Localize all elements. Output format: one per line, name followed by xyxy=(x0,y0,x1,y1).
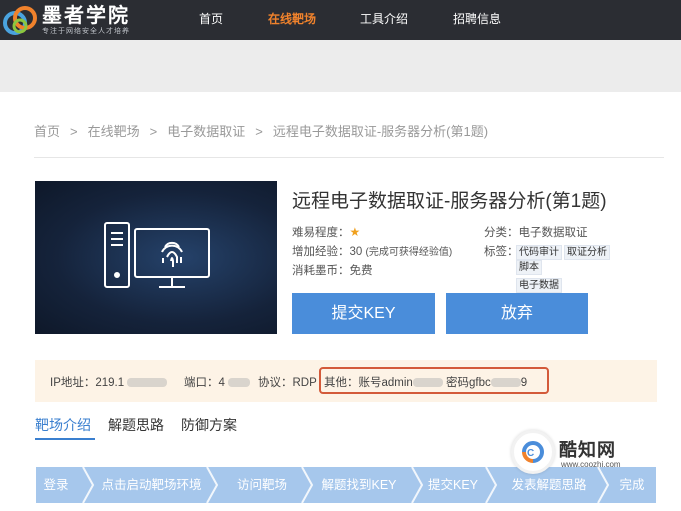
highlight-annotation-box xyxy=(319,367,549,394)
tags-row: 标签： xyxy=(484,243,519,259)
exp-row: 增加经验：30 (完成可获得经验值) xyxy=(292,243,452,259)
step-start-env: 点击启动靶场环境 xyxy=(101,478,202,492)
logo[interactable]: 墨者学院 专注于网络安全人才培养 xyxy=(0,0,130,40)
watermark-name: 酷知网 xyxy=(559,440,616,460)
tags-label: 标签： xyxy=(484,246,519,258)
tab-range-intro[interactable]: 靶场介绍 xyxy=(35,415,91,435)
breadcrumb: 首页 > 在线靶场 > 电子数据取证 > 远程电子数据取证-服务器分析(第1题) xyxy=(34,121,488,140)
difficulty-row: 难易程度：★ xyxy=(292,224,360,240)
challenge-title: 远程电子数据取证-服务器分析(第1题) xyxy=(292,191,607,212)
breadcrumb-item-online-range[interactable]: 在线靶场 xyxy=(88,121,140,140)
category-label: 分类： xyxy=(484,227,519,239)
step-find-key: 解题找到KEY xyxy=(321,478,397,492)
active-tab-underline xyxy=(35,438,95,440)
category-value: 电子数据取证 xyxy=(518,227,588,239)
breadcrumb-item-category[interactable]: 电子数据取证 xyxy=(167,121,245,140)
subheader-band xyxy=(0,40,681,92)
tab-solution-idea[interactable]: 解题思路 xyxy=(108,415,164,435)
cost-value: 免费 xyxy=(349,265,373,277)
tag[interactable]: 脚本 xyxy=(516,260,542,275)
step-login: 登录 xyxy=(43,478,69,492)
nav-item-online-range[interactable]: 在线靶场 xyxy=(268,0,316,40)
top-navbar: 墨者学院 专注于网络安全人才培养 首页 在线靶场 工具介绍 招聘信息 xyxy=(0,0,681,40)
breadcrumb-item-current: 远程电子数据取证-服务器分析(第1题) xyxy=(272,124,489,139)
watermark-url: www.coozhi.com xyxy=(561,460,621,469)
protocol-info: 协议：RDP xyxy=(258,374,317,390)
tab-defense-plan[interactable]: 防御方案 xyxy=(181,415,237,435)
divider xyxy=(34,157,664,158)
port-value: 4 xyxy=(218,377,225,389)
tag[interactable]: 取证分析 xyxy=(564,245,610,260)
breadcrumb-separator: > xyxy=(70,124,78,139)
submit-key-button[interactable]: 提交KEY xyxy=(292,293,435,334)
port-info: 端口：4 xyxy=(184,374,251,390)
breadcrumb-separator: > xyxy=(255,124,263,139)
tags-list: 代码审计 取证分析脚本 电子数据 xyxy=(516,245,636,293)
nav-item-jobs[interactable]: 招聘信息 xyxy=(453,0,501,40)
cost-label: 消耗墨币： xyxy=(292,265,350,277)
port-label: 端口： xyxy=(184,377,219,389)
protocol-value: RDP xyxy=(292,377,317,389)
cloud-logo-icon xyxy=(0,0,40,40)
breadcrumb-separator: > xyxy=(149,124,158,139)
ip-value: 219.1 xyxy=(95,377,125,389)
nav-item-home[interactable]: 首页 xyxy=(199,0,223,40)
brand-name: 墨者学院 xyxy=(42,4,130,27)
step-visit-range: 访问靶场 xyxy=(236,478,287,492)
star-icon: ★ xyxy=(349,225,361,239)
watermark: C 酷知网 www.coozhi.com xyxy=(511,430,641,480)
breadcrumb-item-home[interactable]: 首页 xyxy=(34,121,60,140)
difficulty-label: 难易程度： xyxy=(292,227,350,239)
challenge-cover-image xyxy=(35,181,277,334)
protocol-label: 协议： xyxy=(258,377,293,389)
redacted-blur xyxy=(127,378,168,388)
category-row: 分类：电子数据取证 xyxy=(484,224,588,240)
brand-slogan: 专注于网络安全人才培养 xyxy=(42,27,130,35)
watermark-logo-icon: C xyxy=(511,430,555,474)
exp-note: (完成可获得经验值) xyxy=(365,247,453,258)
cost-row: 消耗墨币：免费 xyxy=(292,262,373,278)
tag[interactable]: 代码审计 xyxy=(516,245,562,260)
nav-item-tools[interactable]: 工具介绍 xyxy=(360,0,408,40)
exp-label: 增加经验： xyxy=(292,246,350,258)
ip-info: IP地址：219.1 xyxy=(50,374,168,390)
ip-label: IP地址： xyxy=(50,377,96,389)
computer-fingerprint-icon xyxy=(104,222,210,288)
redacted-blur xyxy=(228,378,251,388)
step-submit-key: 提交KEY xyxy=(427,478,478,492)
exp-value: 30 xyxy=(349,246,363,258)
tag[interactable]: 电子数据 xyxy=(516,278,562,293)
give-up-button[interactable]: 放弃 xyxy=(446,293,588,334)
svg-text:C: C xyxy=(527,448,534,459)
